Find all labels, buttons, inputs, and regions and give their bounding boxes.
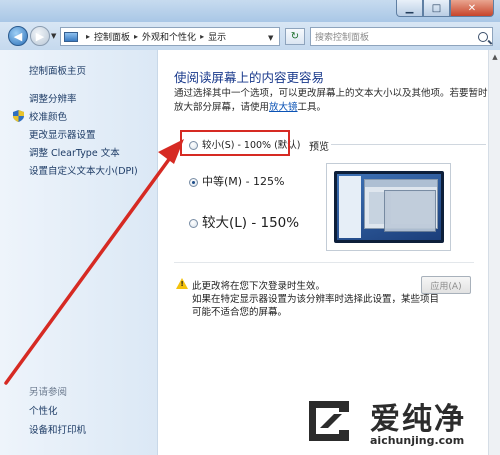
watermark-cn-text: 爱纯净	[370, 402, 466, 437]
sidebar: 控制面板主页 调整分辨率 校准颜色 更改显示器设置 调整 ClearType 文…	[0, 50, 158, 455]
control-panel-icon	[64, 31, 78, 42]
back-button[interactable]: ◀	[8, 26, 28, 46]
sidebar-item-calibrate-color[interactable]: 校准颜色	[29, 109, 67, 123]
preview-label: 预览	[309, 142, 329, 153]
highlight-box	[180, 130, 290, 156]
sidebar-item-resolution[interactable]: 调整分辨率	[29, 91, 77, 105]
address-bar[interactable]: ▸ 控制面板 ▸ 外观和个性化 ▸ 显示	[60, 27, 280, 46]
crumb-separator-icon[interactable]: ▸	[134, 32, 138, 41]
scroll-up-icon[interactable]: ▲	[490, 51, 500, 63]
breadcrumb-appearance[interactable]: 外观和个性化	[142, 30, 196, 43]
description-text: 通过选择其中一个选项，可以更改屏幕上的文本大小以及其他项。若要暂时放大部分屏幕，…	[174, 87, 489, 115]
refresh-icon: ↻	[290, 31, 300, 42]
watermark-en-text: aichunjing.com	[370, 434, 465, 447]
refresh-button[interactable]: ↻	[285, 28, 305, 45]
radio-larger[interactable]	[189, 219, 198, 228]
sidebar-item-display-settings[interactable]: 更改显示器设置	[29, 127, 96, 141]
maximize-button[interactable]: □	[423, 0, 450, 17]
shield-icon	[13, 110, 24, 122]
minimize-button[interactable]: ▁	[396, 0, 423, 17]
sidebar-item-personalization[interactable]: 个性化	[29, 403, 58, 417]
forward-button[interactable]: ▶	[30, 26, 50, 46]
magnifier-link[interactable]: 放大镜	[269, 102, 298, 113]
note-text: 如果在特定显示器设置为该分辨率时选择此设置，某些项目可能不适合您的屏幕。	[192, 294, 440, 318]
description-prefix: 通过选择其中一个选项，可以更改屏幕上的文本大小以及其他项。若要暂时放大部分屏幕，…	[174, 88, 488, 113]
sidebar-item-cleartype[interactable]: 调整 ClearType 文本	[29, 145, 120, 159]
address-dropdown-icon[interactable]: ▼	[268, 34, 273, 42]
search-box[interactable]: 搜索控制面板	[310, 27, 493, 46]
description-suffix: 工具。	[297, 102, 327, 113]
control-panel-window: ▁ □ ✕ ◀ ▶ ▼ ▸ 控制面板 ▸ 外观和个性化 ▸ 显示 ▼ ↻ 搜索控…	[0, 0, 500, 455]
history-dropdown-icon[interactable]: ▼	[51, 32, 56, 40]
option-larger-label[interactable]: 较大(L) - 150%	[202, 211, 299, 231]
radio-medium[interactable]	[189, 178, 198, 187]
sidebar-item-custom-dpi[interactable]: 设置自定义文本大小(DPI)	[29, 163, 138, 177]
warning-icon: !	[176, 278, 188, 289]
preview-image	[326, 163, 451, 251]
close-button[interactable]: ✕	[450, 0, 494, 17]
window-controls: ▁ □ ✕	[396, 0, 494, 18]
navigation-bar: ◀ ▶ ▼ ▸ 控制面板 ▸ 外观和个性化 ▸ 显示 ▼ ↻ 搜索控制面板	[0, 22, 500, 50]
sidebar-item-devices-printers[interactable]: 设备和打印机	[29, 422, 86, 436]
sidebar-item-home[interactable]: 控制面板主页	[29, 63, 86, 77]
search-icon[interactable]	[478, 31, 488, 42]
monitor-preview-icon	[334, 171, 444, 243]
watermark-logo-icon	[309, 401, 349, 441]
divider	[174, 262, 474, 263]
warning-text: 此更改将在您下次登录时生效。	[192, 281, 326, 292]
back-arrow-icon: ◀	[13, 29, 23, 43]
title-bar: ▁ □ ✕	[0, 0, 500, 22]
crumb-separator-icon[interactable]: ▸	[86, 32, 90, 41]
forward-arrow-icon: ▶	[35, 29, 45, 43]
search-placeholder: 搜索控制面板	[315, 33, 370, 43]
watermark: 爱纯净 aichunjing.com	[298, 392, 500, 455]
crumb-separator-icon[interactable]: ▸	[200, 32, 204, 41]
option-medium-label[interactable]: 中等(M) - 125%	[202, 173, 284, 189]
see-also-heading: 另请参阅	[29, 387, 68, 398]
preview-group-line	[331, 144, 486, 145]
breadcrumb-control-panel[interactable]: 控制面板	[94, 30, 130, 43]
apply-button[interactable]: 应用(A)	[421, 276, 471, 294]
page-title: 使阅读屏幕上的内容更容易	[174, 70, 325, 85]
breadcrumb-display[interactable]: 显示	[208, 30, 226, 43]
